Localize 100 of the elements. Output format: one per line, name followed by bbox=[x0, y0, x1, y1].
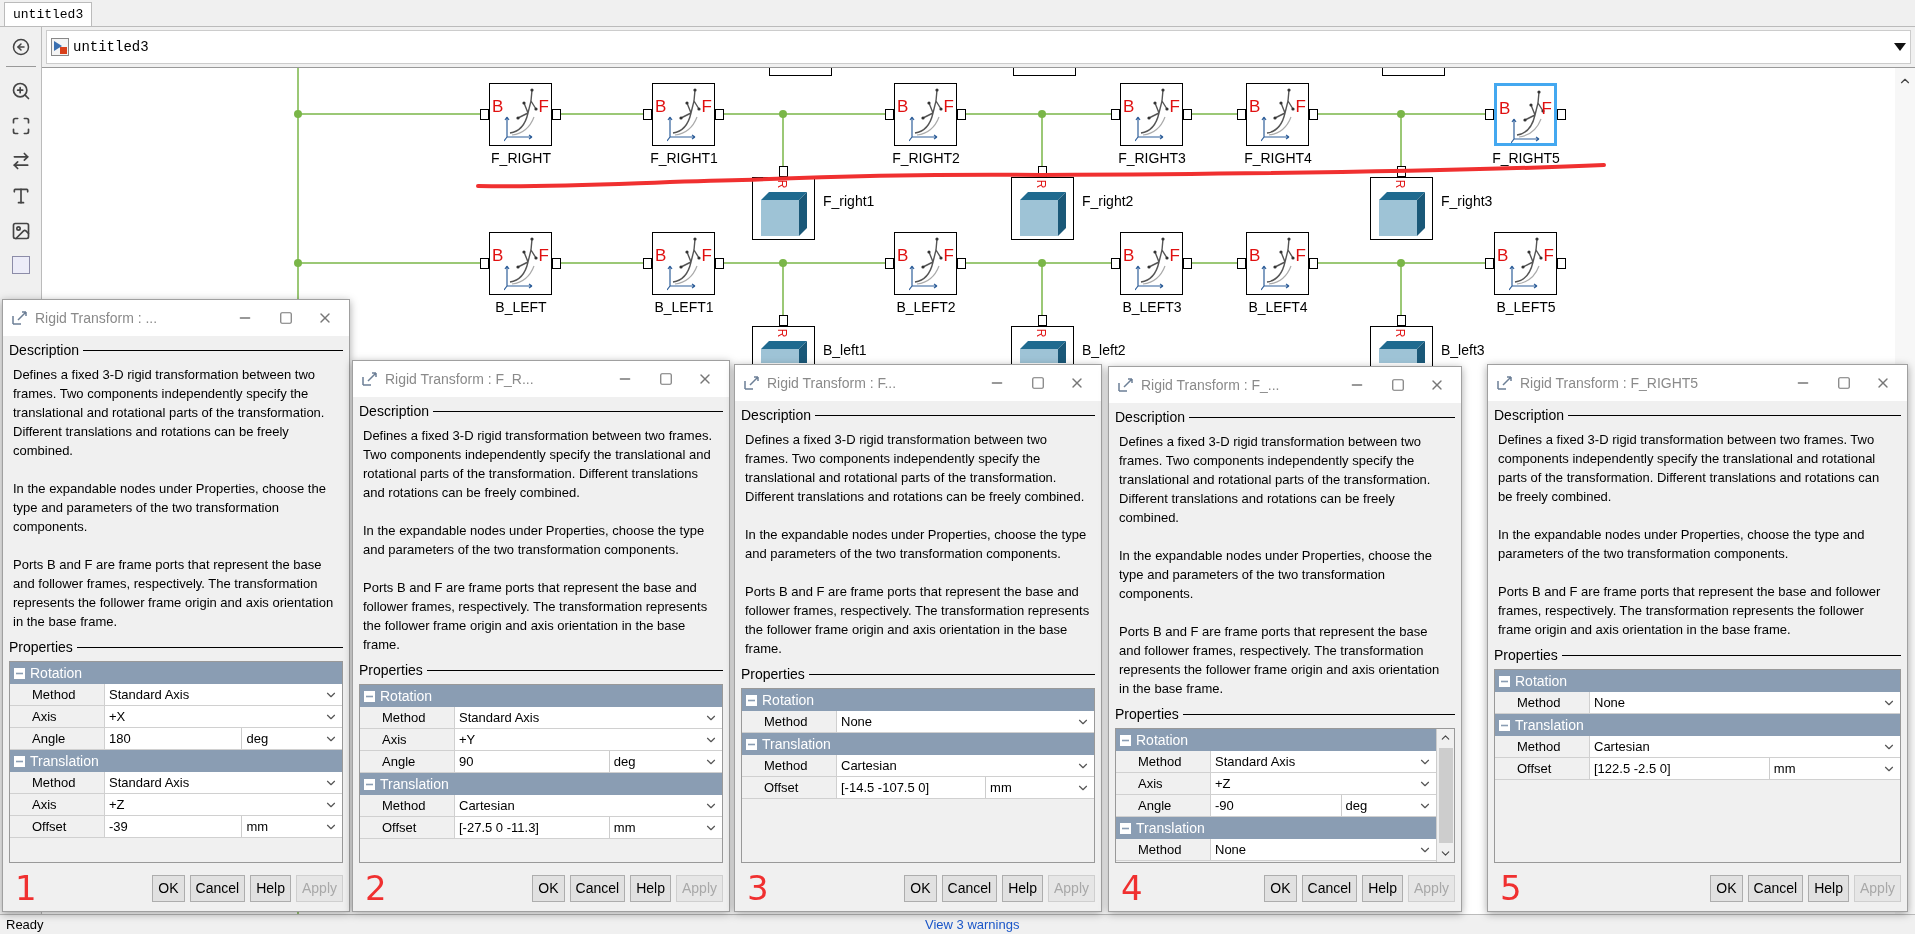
address-bar[interactable]: untitled3 bbox=[46, 30, 1911, 64]
cube-icon bbox=[759, 192, 809, 236]
junction-dot bbox=[1397, 259, 1405, 267]
block-label: F_RIGHT1 bbox=[649, 150, 719, 166]
window-title: Rigid Transform : ... bbox=[35, 308, 159, 328]
dialog-button[interactable]: OK bbox=[1710, 874, 1743, 902]
description-text: In the expandable nodes under Properties, choose the type and parameters of the two transformation components. bbox=[363, 522, 706, 559]
maximize-icon[interactable] bbox=[1031, 376, 1045, 390]
collapse-icon bbox=[14, 667, 25, 679]
dialog-button[interactable]: Help bbox=[630, 874, 671, 902]
dialog-button[interactable]: OK bbox=[1264, 874, 1297, 902]
dropdown[interactable]: Standard Axis bbox=[105, 684, 342, 705]
dropdown[interactable]: +X bbox=[105, 706, 342, 727]
section-heading: Properties bbox=[1494, 646, 1558, 665]
port-label: B bbox=[1123, 98, 1135, 115]
dialog-button[interactable]: OK bbox=[532, 874, 565, 902]
dialog-button[interactable]: Cancel bbox=[189, 874, 246, 902]
value-field[interactable]: [122.5 -2.5 0] bbox=[1590, 758, 1770, 779]
description-text: In the expandable nodes under Properties, choose the type and parameters of the two transformation components. bbox=[13, 480, 327, 536]
value-field[interactable]: [-27.5 0 -11.3] bbox=[455, 817, 610, 838]
section-heading: Description bbox=[359, 402, 430, 421]
dropdown[interactable]: deg bbox=[1341, 795, 1436, 816]
dialog-button[interactable]: Help bbox=[1002, 874, 1043, 902]
value-field[interactable]: 90 bbox=[455, 751, 610, 772]
section-heading: Properties bbox=[9, 638, 73, 657]
zoom-in-icon[interactable] bbox=[10, 81, 31, 101]
tab[interactable]: untitled3 bbox=[4, 2, 93, 26]
block-label: B_LEFT4 bbox=[1247, 299, 1309, 315]
dropdown[interactable]: None bbox=[1590, 692, 1900, 713]
dialog-button[interactable]: Help bbox=[1808, 874, 1849, 902]
dialog-button[interactable]: Cancel bbox=[1301, 874, 1358, 902]
port-label: F bbox=[701, 98, 712, 115]
dropdown-arrow-icon[interactable] bbox=[1894, 43, 1906, 51]
window-title: Rigid Transform : F... bbox=[767, 373, 898, 393]
section-heading: Description bbox=[1115, 408, 1186, 427]
port-label: R bbox=[1035, 179, 1048, 189]
dropdown[interactable]: +Y bbox=[455, 729, 722, 750]
maximize-icon[interactable] bbox=[1837, 376, 1851, 390]
value-field[interactable]: -90 bbox=[1211, 795, 1342, 816]
collapse-icon bbox=[1120, 734, 1131, 746]
value-field[interactable]: -39 bbox=[105, 816, 243, 837]
description-text: Ports B and F are frame ports that represent the base and follower frames, respectively. The transformation represents the follower frame origin and axis orientation in the base frame. bbox=[1498, 583, 1882, 639]
block-label: B_left2 bbox=[1082, 342, 1126, 358]
frame-transform-icon bbox=[1135, 236, 1169, 292]
dialog-button[interactable]: OK bbox=[152, 874, 185, 902]
dropdown[interactable]: None bbox=[1211, 839, 1436, 860]
junction-dot bbox=[779, 259, 787, 267]
section-heading: Properties bbox=[359, 661, 423, 680]
maximize-icon[interactable] bbox=[659, 372, 673, 386]
dropdown[interactable]: Cartesian bbox=[837, 755, 1094, 776]
dialog-button[interactable]: Cancel bbox=[569, 874, 626, 902]
scrollbar[interactable] bbox=[1436, 729, 1454, 862]
value-field[interactable]: 180 bbox=[105, 728, 243, 749]
transform-icon bbox=[11, 310, 29, 326]
dropdown[interactable]: deg bbox=[609, 751, 722, 772]
port-label: B bbox=[492, 247, 504, 264]
description-text: Defines a fixed 3-D rigid transformation between two frames. Two components independently specify the translational and rotational parts of the transformation. Different translations and rotations can be freely combined. bbox=[13, 366, 326, 460]
rectangle-icon[interactable] bbox=[11, 256, 30, 274]
junction-dot bbox=[1397, 110, 1405, 118]
dropdown[interactable]: +Z bbox=[105, 794, 342, 815]
dropdown[interactable]: +Z bbox=[1211, 773, 1436, 794]
fit-view-icon[interactable] bbox=[10, 116, 31, 136]
junction-dot bbox=[294, 110, 302, 118]
dialog-button[interactable]: Cancel bbox=[1747, 874, 1804, 902]
dialog-button[interactable]: Help bbox=[1362, 874, 1403, 902]
description-text: In the expandable nodes under Properties, choose the type and parameters of the two transformation components. bbox=[1498, 526, 1866, 563]
transform-icon bbox=[361, 371, 379, 387]
dropdown[interactable]: None bbox=[837, 711, 1094, 732]
value-field[interactable]: [-14.5 -107.5 0] bbox=[837, 777, 987, 798]
port-label: F bbox=[1169, 247, 1180, 264]
dropdown[interactable]: Standard Axis bbox=[105, 772, 342, 793]
dropdown[interactable]: mm bbox=[609, 817, 722, 838]
port-label: F bbox=[1169, 98, 1180, 115]
dropdown[interactable]: deg bbox=[242, 728, 342, 749]
dropdown[interactable]: Cartesian bbox=[1590, 736, 1900, 757]
dropdown[interactable]: Cartesian bbox=[455, 795, 722, 816]
dropdown[interactable]: Standard Axis bbox=[1211, 751, 1436, 772]
maximize-icon[interactable] bbox=[1391, 378, 1405, 392]
dropdown[interactable]: mm bbox=[986, 777, 1094, 798]
section-heading: Description bbox=[9, 341, 80, 360]
model-icon bbox=[51, 38, 69, 56]
dropdown[interactable]: mm bbox=[1769, 758, 1900, 779]
dialog-button[interactable]: OK bbox=[904, 874, 937, 902]
port-label: B bbox=[1249, 247, 1261, 264]
frame-transform-icon bbox=[1261, 236, 1295, 292]
port-label: B bbox=[1499, 100, 1511, 117]
port-label: F bbox=[943, 98, 954, 115]
block-label: F_RIGHT5 bbox=[1491, 150, 1561, 166]
maximize-icon[interactable] bbox=[279, 311, 293, 325]
back-icon[interactable] bbox=[11, 38, 30, 56]
frame-transform-icon bbox=[909, 87, 943, 143]
image-icon[interactable] bbox=[10, 221, 31, 241]
section-heading: Properties bbox=[1115, 705, 1179, 724]
dialog-button[interactable]: Help bbox=[250, 874, 291, 902]
section-heading: Description bbox=[1494, 406, 1565, 425]
dropdown[interactable]: mm bbox=[242, 816, 342, 837]
status-text: Ready bbox=[5, 915, 45, 934]
warnings-link[interactable]: View 3 warnings bbox=[925, 914, 1020, 934]
dialog-button[interactable]: Cancel bbox=[941, 874, 998, 902]
dropdown[interactable]: Standard Axis bbox=[455, 707, 722, 728]
